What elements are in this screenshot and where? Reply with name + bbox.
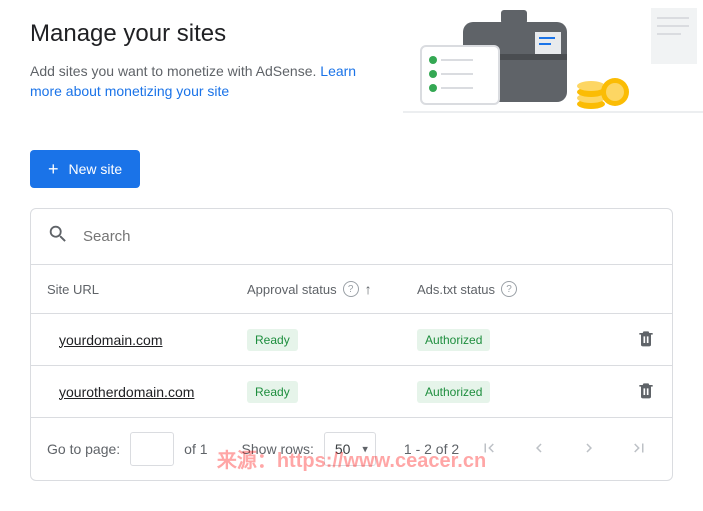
col-header-ads[interactable]: Ads.txt status xyxy=(417,282,495,297)
ads-badge: Authorized xyxy=(417,329,490,351)
search-input[interactable] xyxy=(83,228,656,245)
page-subtitle: Add sites you want to monetize with AdSe… xyxy=(30,62,390,101)
col-header-approval[interactable]: Approval status xyxy=(247,282,337,297)
subtitle-text: Add sites you want to monetize with AdSe… xyxy=(30,63,320,79)
col-header-url[interactable]: Site URL xyxy=(47,282,247,297)
rows-per-page-select[interactable]: 50 xyxy=(324,432,376,466)
goto-page-total: of 1 xyxy=(184,441,207,457)
table-header: Site URL Approval status ? ↑ Ads.txt sta… xyxy=(31,265,672,314)
help-icon[interactable]: ? xyxy=(501,281,517,297)
delete-icon[interactable] xyxy=(636,387,656,403)
search-icon xyxy=(47,223,69,250)
new-site-label: New site xyxy=(69,161,123,177)
first-page-button[interactable] xyxy=(478,437,500,462)
site-url-link[interactable]: yourdomain.com xyxy=(59,332,163,348)
plus-icon: + xyxy=(48,160,59,178)
approval-badge: Ready xyxy=(247,329,298,351)
help-icon[interactable]: ? xyxy=(343,281,359,297)
show-rows-label: Show rows: xyxy=(242,441,314,457)
sort-ascending-icon[interactable]: ↑ xyxy=(365,281,372,297)
ads-badge: Authorized xyxy=(417,381,490,403)
pagination-row: Go to page: of 1 Show rows: 50 1 - 2 of … xyxy=(31,418,672,480)
prev-page-button[interactable] xyxy=(528,437,550,462)
site-url-link[interactable]: yourotherdomain.com xyxy=(59,384,194,400)
approval-badge: Ready xyxy=(247,381,298,403)
sites-table-card: Site URL Approval status ? ↑ Ads.txt sta… xyxy=(30,208,673,481)
next-page-button[interactable] xyxy=(578,437,600,462)
delete-icon[interactable] xyxy=(636,335,656,351)
table-row: yourotherdomain.com Ready Authorized xyxy=(31,366,672,418)
new-site-button[interactable]: + New site xyxy=(30,150,140,188)
pagination-range: 1 - 2 of 2 xyxy=(404,441,459,457)
search-row xyxy=(31,209,672,265)
header-illustration xyxy=(403,0,703,130)
last-page-button[interactable] xyxy=(628,437,650,462)
table-row: yourdomain.com Ready Authorized xyxy=(31,314,672,366)
goto-page-label: Go to page: xyxy=(47,441,120,457)
goto-page-input[interactable] xyxy=(130,432,174,466)
